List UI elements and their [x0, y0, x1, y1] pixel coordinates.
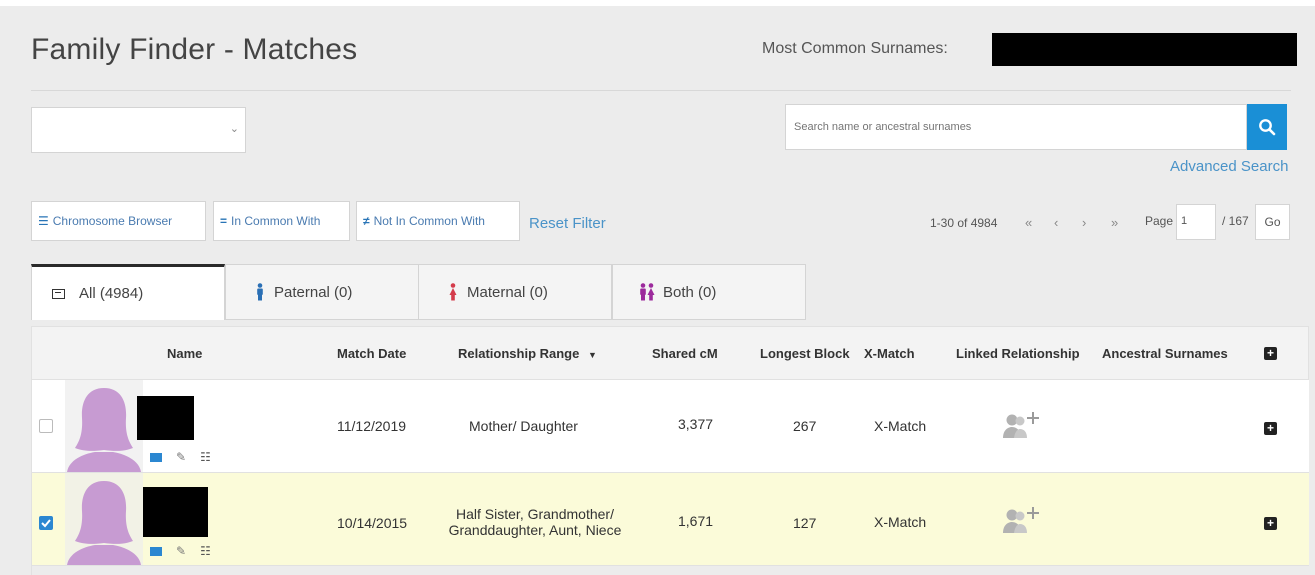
table-row[interactable]: ✎ ☷ 11/12/2019 Mother/ Daughter 3,377 26…: [31, 380, 1309, 473]
prev-page-button[interactable]: ‹: [1054, 215, 1058, 230]
female-person-icon: [449, 283, 457, 301]
chevron-down-icon: ⌄: [229, 123, 239, 135]
name-redacted: [143, 487, 208, 537]
longest-block: 127: [793, 515, 817, 531]
relationship-range: Half Sister, Grandmother/ Granddaughter,…: [435, 506, 635, 538]
reset-filter-link[interactable]: Reset Filter: [529, 215, 606, 232]
col-ancestral-surnames[interactable]: Ancestral Surnames: [1102, 346, 1228, 361]
matches-table: Name Match Date Relationship Range ▼ Sha…: [31, 326, 1309, 575]
chromosome-browser-label: Chromosome Browser: [52, 214, 173, 228]
pagination-range: 1-30 of 4984: [930, 216, 998, 230]
shared-cm[interactable]: 1,671: [678, 513, 713, 529]
female-avatar-icon: [67, 388, 141, 472]
male-person-icon: [257, 283, 263, 301]
equals-icon: =: [220, 214, 228, 228]
expand-row-icon[interactable]: +: [1264, 517, 1277, 530]
tab-both-label: Both (0): [663, 283, 717, 301]
row-actions: ✎ ☷: [150, 450, 211, 464]
tab-all-label: All (4984): [79, 285, 144, 302]
match-date: 10/14/2015: [337, 515, 408, 531]
relationship-range: Mother/ Daughter: [469, 418, 578, 434]
x-match[interactable]: X-Match: [874, 418, 926, 434]
avatar: [65, 380, 143, 472]
search-button[interactable]: [1247, 104, 1287, 150]
not-equals-icon: ≠: [363, 214, 370, 228]
relationship-range-line2: Granddaughter, Aunt, Niece: [448, 522, 622, 538]
in-common-with-label: In Common With: [231, 214, 321, 228]
row-checkbox[interactable]: [39, 419, 53, 433]
tab-all[interactable]: All (4984): [31, 264, 225, 320]
filter-select[interactable]: ⌄: [31, 107, 246, 153]
last-page-button[interactable]: »: [1111, 215, 1118, 230]
row-actions: ✎ ☷: [150, 544, 211, 558]
chromosome-browser-button[interactable]: ☰ Chromosome Browser: [31, 201, 206, 241]
longest-block: 267: [793, 418, 817, 434]
col-relationship-range[interactable]: Relationship Range ▼: [458, 346, 597, 361]
chromosome-icon: ☰: [38, 214, 49, 228]
not-in-common-with-label: Not In Common With: [373, 214, 485, 228]
avatar: [65, 473, 143, 565]
expand-columns-icon[interactable]: +: [1264, 347, 1277, 360]
col-longest-block[interactable]: Longest Block: [760, 346, 850, 361]
list-icon: [52, 288, 65, 299]
go-button[interactable]: Go: [1255, 204, 1290, 240]
x-match[interactable]: X-Match: [874, 514, 926, 530]
search-input[interactable]: [786, 105, 1246, 149]
col-name[interactable]: Name: [167, 346, 202, 361]
email-icon[interactable]: [150, 546, 162, 556]
surnames-redacted: [992, 33, 1297, 66]
table-bottom-strip: [31, 566, 1309, 575]
col-relationship-range-label: Relationship Range: [458, 346, 580, 361]
tab-paternal-label: Paternal (0): [274, 283, 353, 301]
table-row[interactable]: ✎ ☷ 10/14/2015 Half Sister, Grandmother/…: [31, 473, 1309, 566]
family-tree-icon[interactable]: ☷: [200, 450, 211, 464]
page-number-input[interactable]: 1: [1176, 204, 1216, 240]
in-common-with-button[interactable]: = In Common With: [213, 201, 350, 241]
search-icon: [1259, 119, 1276, 136]
col-match-date[interactable]: Match Date: [337, 346, 406, 361]
top-bar: [0, 0, 1315, 6]
tab-maternal-label: Maternal (0): [467, 283, 548, 301]
relationship-range-line1: Half Sister, Grandmother/: [456, 506, 614, 522]
note-edit-icon[interactable]: ✎: [176, 450, 186, 464]
surnames-label: Most Common Surnames:: [762, 40, 948, 57]
tab-both[interactable]: Both (0): [612, 264, 806, 320]
add-linked-person-icon[interactable]: [1000, 505, 1044, 537]
sort-caret-icon: ▼: [587, 350, 597, 360]
search-box: [785, 104, 1247, 150]
name-redacted: [137, 396, 194, 440]
match-date: 11/12/2019: [337, 418, 407, 434]
divider: [31, 90, 1291, 91]
checkmark-icon: [41, 519, 51, 528]
col-x-match[interactable]: X-Match: [864, 346, 915, 361]
advanced-search-link[interactable]: Advanced Search: [1170, 158, 1288, 175]
page-title: Family Finder - Matches: [31, 33, 358, 66]
col-shared-cm[interactable]: Shared cM: [652, 346, 718, 361]
first-page-button[interactable]: «: [1025, 215, 1032, 230]
email-icon[interactable]: [150, 452, 162, 462]
family-tree-icon[interactable]: ☷: [200, 544, 211, 558]
expand-row-icon[interactable]: +: [1264, 422, 1277, 435]
table-header: Name Match Date Relationship Range ▼ Sha…: [31, 326, 1309, 380]
tab-maternal[interactable]: Maternal (0): [418, 264, 612, 320]
tab-paternal[interactable]: Paternal (0): [225, 264, 419, 320]
female-avatar-icon: [67, 481, 141, 565]
row-checkbox[interactable]: [39, 516, 53, 530]
not-in-common-with-button[interactable]: ≠ Not In Common With: [356, 201, 520, 241]
note-edit-icon[interactable]: ✎: [176, 544, 186, 558]
add-linked-person-icon[interactable]: [1000, 410, 1044, 442]
page-label: Page: [1145, 214, 1174, 228]
shared-cm[interactable]: 3,377: [678, 416, 713, 432]
page-total: / 167: [1222, 214, 1249, 228]
col-linked-relationship[interactable]: Linked Relationship: [956, 346, 1080, 361]
next-page-button[interactable]: ›: [1082, 215, 1086, 230]
both-parents-icon: [640, 283, 655, 301]
